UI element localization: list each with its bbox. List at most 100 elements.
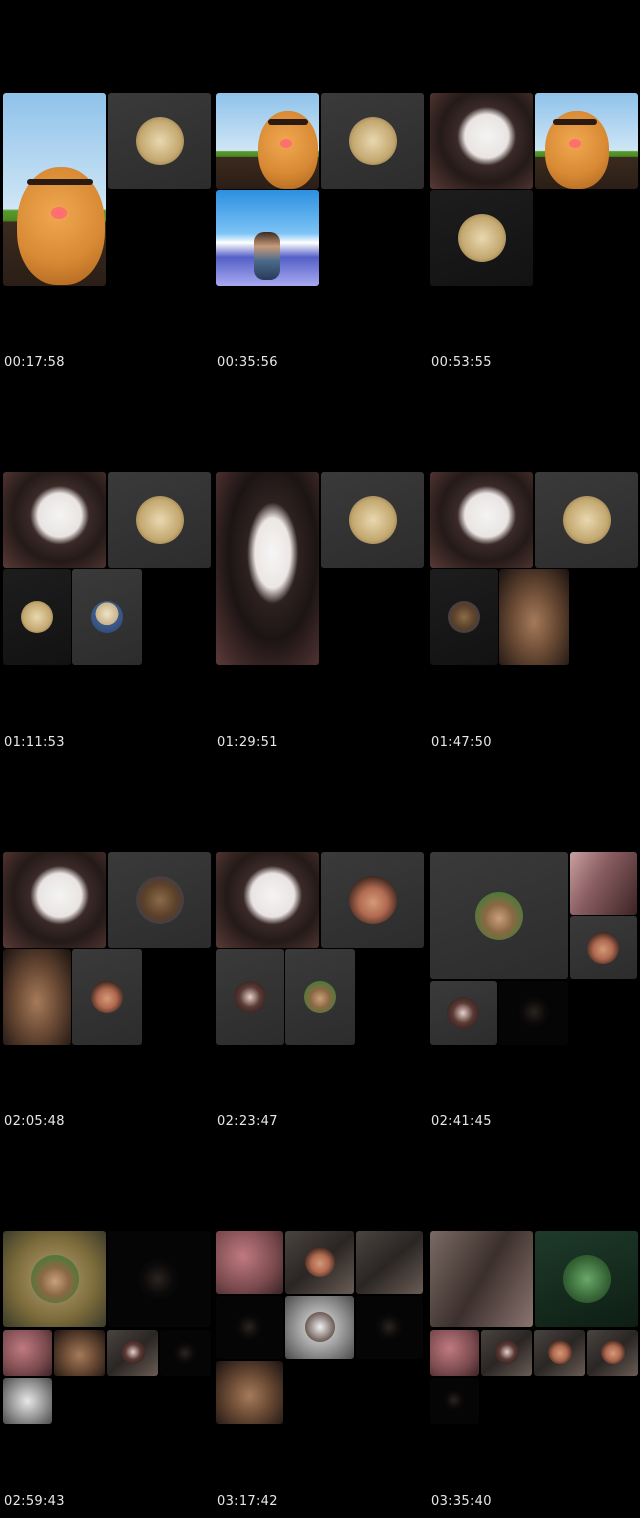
participant-avatar [349, 496, 397, 544]
frame-timestamp: 00:35:56 [217, 355, 278, 370]
participant-tile[interactable] [3, 569, 71, 665]
participant-silhouette [444, 1390, 464, 1410]
frame-timestamp: 02:59:43 [4, 1494, 65, 1509]
frame-timestamp: 00:17:58 [4, 355, 65, 370]
participant-tile[interactable] [570, 916, 637, 979]
participant-tile[interactable] [534, 1330, 585, 1376]
dark-video-tile[interactable] [160, 1330, 211, 1376]
participant-avatar [31, 1255, 79, 1303]
girl-filter-tile[interactable] [430, 472, 533, 568]
participant-tile[interactable] [3, 1330, 52, 1376]
frame-11 [216, 1231, 426, 1431]
participant-avatar [587, 932, 619, 964]
participant-avatar [136, 876, 184, 924]
frame-2 [216, 93, 426, 293]
participant-tile[interactable] [107, 1330, 158, 1376]
cowboy-character [254, 232, 280, 280]
potato-filter-tile[interactable] [535, 93, 638, 189]
frame-5 [216, 472, 426, 672]
frame-12 [430, 1231, 640, 1431]
participant-avatar [91, 601, 123, 633]
participant-tile[interactable] [72, 949, 142, 1045]
participant-tile[interactable] [587, 1330, 638, 1376]
frame-4 [3, 472, 213, 672]
girl-filter-tile[interactable] [3, 472, 106, 568]
participant-avatar [121, 1340, 145, 1364]
participant-avatar [548, 1340, 572, 1364]
participant-tile[interactable] [321, 93, 424, 189]
room-video-tile[interactable] [570, 852, 637, 915]
man-video-tile[interactable] [216, 1361, 283, 1424]
frame-timestamp: 02:23:47 [217, 1114, 278, 1129]
participant-tile[interactable] [430, 1330, 479, 1376]
participant-avatar [475, 892, 523, 940]
participant-tile[interactable] [285, 1231, 354, 1294]
participant-avatar [91, 981, 123, 1013]
participant-tile[interactable] [321, 472, 424, 568]
frame-timestamp: 02:05:48 [4, 1114, 65, 1129]
frame-timestamp: 02:41:45 [431, 1114, 492, 1129]
potato-filter-tile[interactable] [3, 93, 106, 286]
main-participant-tile[interactable] [3, 1231, 106, 1327]
dark-video-tile[interactable] [356, 1296, 423, 1359]
potato-brow [27, 179, 93, 185]
participant-tile[interactable] [108, 93, 211, 189]
participant-tile[interactable] [430, 569, 498, 665]
participant-tile[interactable] [108, 852, 211, 948]
participant-avatar [305, 1312, 335, 1342]
man-video-tile[interactable] [3, 949, 71, 1045]
participant-tile[interactable] [535, 472, 638, 568]
participant-tile[interactable] [481, 1330, 532, 1376]
participant-avatar [447, 997, 479, 1029]
frame-timestamp: 03:35:40 [431, 1494, 492, 1509]
participant-tile[interactable] [430, 1231, 533, 1327]
man-video-tile[interactable] [54, 1330, 105, 1376]
participant-tile[interactable] [72, 569, 142, 665]
participant-tile[interactable] [321, 852, 424, 948]
potato-nose [569, 139, 581, 148]
dark-video-tile[interactable] [216, 1296, 283, 1359]
participant-tile[interactable] [216, 949, 284, 1045]
girl-filter-tile[interactable] [216, 852, 319, 948]
girl-filter-tile[interactable] [216, 472, 319, 665]
frame-3 [430, 93, 640, 293]
potato-nose [51, 207, 67, 219]
frame-timestamp: 01:11:53 [4, 735, 65, 750]
participant-tile[interactable] [430, 981, 497, 1045]
frame-timestamp: 00:53:55 [431, 355, 492, 370]
dark-video-tile[interactable] [108, 1231, 211, 1327]
girl-filter-tile[interactable] [3, 852, 106, 948]
man-video-tile[interactable] [499, 569, 569, 665]
participant-silhouette [519, 997, 549, 1027]
cowboy-filter-tile[interactable] [216, 190, 319, 286]
participant-avatar [495, 1340, 519, 1364]
frame-9 [430, 852, 640, 1052]
participant-tile[interactable] [356, 1231, 423, 1294]
participant-avatar [601, 1340, 625, 1364]
participant-avatar [349, 117, 397, 165]
participant-tile[interactable] [216, 1231, 283, 1294]
participant-tile[interactable] [285, 1296, 354, 1359]
participant-tile[interactable] [3, 1378, 52, 1424]
frame-timestamp: 01:47:50 [431, 735, 492, 750]
potato-filter-tile[interactable] [216, 93, 319, 189]
participant-tile[interactable] [535, 1231, 638, 1327]
main-participant-tile[interactable] [430, 852, 568, 979]
participant-silhouette [138, 1259, 178, 1299]
participant-avatar [458, 214, 506, 262]
participant-avatar [136, 496, 184, 544]
participant-silhouette [376, 1314, 402, 1340]
participant-avatar [136, 117, 184, 165]
participant-avatar [234, 981, 266, 1013]
frame-8 [216, 852, 426, 1052]
potato-brow [268, 119, 308, 125]
potato-brow [553, 119, 597, 125]
dark-video-tile[interactable] [430, 1378, 479, 1424]
dark-video-tile[interactable] [499, 981, 568, 1045]
participant-tile[interactable] [430, 190, 533, 286]
participant-tile[interactable] [285, 949, 355, 1045]
frame-timestamp: 03:17:42 [217, 1494, 278, 1509]
girl-filter-tile[interactable] [430, 93, 533, 189]
frame-7 [3, 852, 213, 1052]
participant-tile[interactable] [108, 472, 211, 568]
